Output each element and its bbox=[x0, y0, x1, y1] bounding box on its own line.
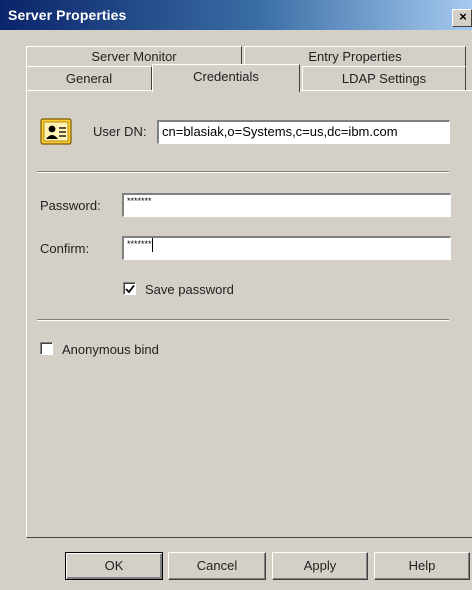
save-password-label[interactable]: Save password bbox=[145, 282, 234, 297]
apply-button-label: Apply bbox=[303, 558, 337, 573]
text-caret bbox=[151, 238, 153, 252]
password-label: Password: bbox=[40, 198, 101, 213]
user-card-icon bbox=[40, 116, 72, 146]
confirm-field[interactable]: ******* bbox=[122, 236, 451, 260]
tab-server-monitor-label: Server Monitor bbox=[91, 49, 177, 64]
anonymous-bind-label[interactable]: Anonymous bind bbox=[62, 342, 159, 357]
confirm-label: Confirm: bbox=[40, 241, 90, 256]
credentials-panel bbox=[26, 90, 472, 538]
user-dn-value: cn=blasiak,o=Systems,c=us,dc=ibm.com bbox=[162, 124, 398, 139]
user-dn-field[interactable]: cn=blasiak,o=Systems,c=us,dc=ibm.com bbox=[157, 120, 450, 144]
server-properties-dialog: Server Properties × Server Monitor Entry… bbox=[0, 0, 472, 590]
tab-credentials-label: Credentials bbox=[193, 69, 259, 84]
user-dn-label: User DN: bbox=[93, 124, 147, 139]
help-button[interactable]: Help bbox=[374, 552, 470, 580]
apply-button[interactable]: Apply bbox=[272, 552, 368, 580]
password-value: ******* bbox=[127, 196, 152, 206]
help-button-label: Help bbox=[408, 558, 436, 573]
close-button[interactable]: × bbox=[452, 9, 472, 27]
close-icon: × bbox=[459, 9, 467, 24]
title-bar[interactable]: Server Properties × bbox=[0, 0, 472, 30]
cancel-button[interactable]: Cancel bbox=[168, 552, 266, 580]
cancel-button-label: Cancel bbox=[196, 558, 238, 573]
separator-top bbox=[37, 171, 449, 173]
tab-ldap-settings[interactable]: LDAP Settings bbox=[302, 66, 466, 90]
save-password-checkbox[interactable] bbox=[123, 282, 136, 295]
ok-button-label: OK bbox=[104, 558, 124, 573]
anonymous-bind-checkbox[interactable] bbox=[40, 342, 53, 355]
confirm-value: ******* bbox=[127, 239, 152, 249]
tab-entry-properties-label: Entry Properties bbox=[308, 49, 402, 64]
tab-general-label: General bbox=[65, 71, 113, 86]
window-title: Server Properties bbox=[8, 7, 127, 23]
checkmark-icon bbox=[125, 284, 135, 294]
tab-general[interactable]: General bbox=[26, 66, 152, 90]
tab-credentials[interactable]: Credentials bbox=[152, 64, 300, 92]
separator-bottom bbox=[37, 319, 449, 321]
password-field[interactable]: ******* bbox=[122, 193, 451, 217]
ok-button[interactable]: OK bbox=[65, 552, 163, 580]
tab-ldap-settings-label: LDAP Settings bbox=[341, 71, 427, 86]
